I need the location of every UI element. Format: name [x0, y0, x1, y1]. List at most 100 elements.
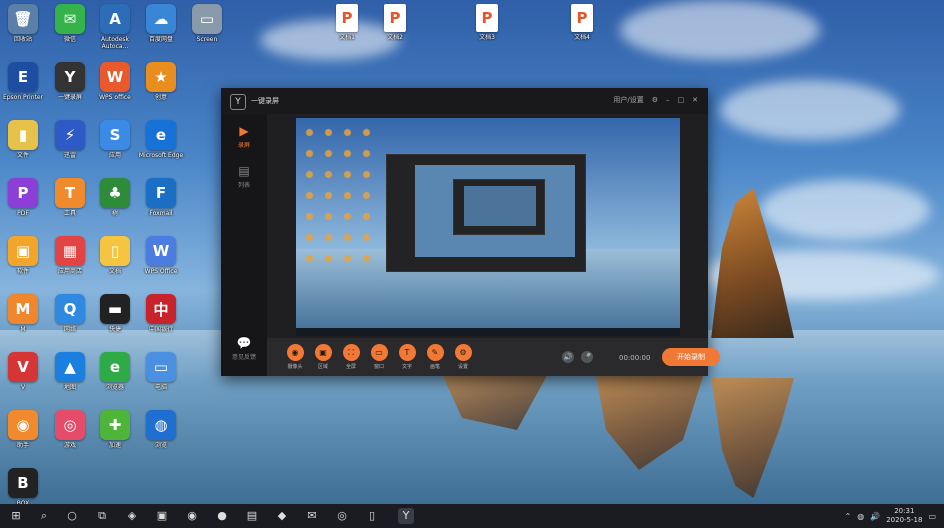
action-center-icon[interactable]: ▭ — [928, 512, 936, 521]
volume-tray-icon[interactable]: 🔊 — [870, 512, 880, 521]
desktop-shortcut[interactable]: ▣ 软件 — [0, 236, 48, 282]
tree-icon: ♣ — [100, 178, 130, 208]
tool-button[interactable]: ⚙ 设置 — [450, 344, 476, 370]
edge-icon[interactable]: ◈ — [124, 508, 140, 524]
search-icon[interactable]: ⌕ — [36, 508, 52, 524]
desktop-shortcut-label: Epson Printer — [2, 94, 44, 101]
tool-label: 文字 — [401, 364, 412, 370]
app-icon[interactable]: ◉ — [184, 508, 200, 524]
desktop-shortcut[interactable]: VV — [0, 352, 48, 398]
cortana-icon[interactable]: ○ — [64, 508, 80, 524]
recorder-icon[interactable]: ● — [214, 508, 230, 524]
tool-button[interactable]: T 文字 — [394, 344, 420, 370]
clock-date: 2020-5-18 — [886, 516, 923, 524]
browser-icon[interactable]: ◆ — [274, 508, 290, 524]
desktop-file[interactable]: P 文档2 — [370, 4, 420, 48]
desktop-shortcut[interactable]: ▦ 应用商店 — [45, 236, 95, 282]
desktop-shortcut[interactable]: ▮ 文件 — [0, 120, 48, 166]
tool-button[interactable]: ▭ 窗口 — [366, 344, 392, 370]
desktop-shortcut[interactable]: 中中国银行 — [136, 294, 186, 340]
system-tray: ⌃ ◍ 🔊 20:31 2020-5-18 ▭ — [845, 507, 936, 525]
microphone-icon[interactable]: 🎤 — [581, 351, 593, 363]
wechat-icon[interactable]: ✉ — [304, 508, 320, 524]
start-icon[interactable]: ⊞ — [8, 508, 24, 524]
chrome-icon[interactable]: ◎ — [334, 508, 350, 524]
desktop-shortcut[interactable]: ◎ 游戏 — [45, 410, 95, 456]
desktop-shortcut[interactable]: ▭ 电脑 — [136, 352, 186, 398]
desktop-shortcut[interactable]: ★ 创意 — [136, 62, 186, 108]
desktop-shortcut[interactable]: E Epson Printer — [0, 62, 48, 108]
desktop-shortcut[interactable]: MM — [0, 294, 48, 340]
desktop-shortcut[interactable]: ◉ 助手 — [0, 410, 48, 456]
desktop-shortcut[interactable]: ▬ 快捷 — [90, 294, 140, 340]
desktop-shortcut[interactable]: ▯ 文档 — [90, 236, 140, 282]
maximize-icon[interactable]: □ — [678, 96, 685, 104]
app-icon: S — [100, 120, 130, 150]
sidebar-item-list[interactable]: ▤ 列表 — [221, 164, 267, 189]
desktop-file[interactable]: P 文档1 — [322, 4, 372, 48]
folder-icon[interactable]: ▯ — [364, 508, 380, 524]
desktop-shortcut[interactable]: S 应用 — [90, 120, 140, 166]
desktop-shortcut[interactable]: ☁ 百度网盘 — [136, 4, 186, 50]
tool-label: 窗口 — [373, 364, 384, 370]
title-bar: Y 一键录屏 用户/设置 ⚙ – □ ✕ — [221, 88, 708, 114]
desktop-shortcut[interactable]: ⚡ 迅雷 — [45, 120, 95, 166]
user-menu[interactable]: 用户/设置 — [613, 95, 643, 105]
desktop-shortcut-label: PDF — [17, 210, 29, 217]
computer-icon: ▭ — [146, 352, 176, 382]
tool-icon: ◉ — [286, 344, 304, 361]
sidebar-item-record[interactable]: ▶ 录屏 — [221, 124, 267, 149]
desktop-shortcut[interactable]: e Microsoft Edge — [136, 120, 186, 166]
desktop-shortcut-label: 助手 — [16, 442, 29, 449]
network-icon[interactable]: ◍ — [857, 512, 864, 521]
desktop-shortcut[interactable]: 🗑 回收站 — [0, 4, 48, 50]
desktop-shortcut[interactable]: ✉ 微信 — [45, 4, 95, 50]
desktop-shortcut[interactable]: ▲ 地图 — [45, 352, 95, 398]
gear-icon[interactable]: ⚙ — [652, 96, 658, 104]
volume-icon[interactable]: 🔊 — [562, 351, 574, 363]
desktop-shortcut[interactable]: Q 网络 — [45, 294, 95, 340]
recorder-app-icon[interactable]: Y — [398, 508, 414, 524]
tool-button[interactable]: ◉ 摄像头 — [282, 344, 308, 370]
sidebar-item-feedback[interactable]: 💬 意见反馈 — [221, 336, 267, 361]
close-icon[interactable]: ✕ — [692, 96, 698, 104]
tool-button[interactable]: ✎ 画笔 — [422, 344, 448, 370]
thunder-icon: ⚡ — [55, 120, 85, 150]
clock[interactable]: 20:31 2020-5-18 — [886, 507, 922, 525]
task-view-icon[interactable]: ⧉ — [94, 508, 110, 524]
ppt-file-icon: P — [476, 4, 498, 32]
desktop-shortcut[interactable]: ▭ Screen — [182, 4, 232, 50]
desktop-file-label: 文档1 — [339, 34, 355, 41]
desktop-shortcut[interactable]: ◍ 浏览 — [136, 410, 186, 456]
desktop-shortcut-label: 树 — [111, 210, 118, 217]
sidebar-item-label: 录屏 — [237, 142, 250, 149]
desktop-shortcut[interactable]: T 工具 — [45, 178, 95, 224]
desktop-shortcut[interactable]: Y 一键录屏 — [45, 62, 95, 108]
desktop-shortcut[interactable]: P PDF — [0, 178, 48, 224]
minimize-icon[interactable]: – — [666, 96, 670, 104]
desktop-shortcut[interactable]: W WPS Office — [136, 236, 186, 282]
desktop-shortcut[interactable]: ✚ 加速 — [90, 410, 140, 456]
desktop-file[interactable]: P 文档4 — [557, 4, 607, 48]
tool-button[interactable]: ▣ 区域 — [310, 344, 336, 370]
desktop-shortcut[interactable]: e 浏览器 — [90, 352, 140, 398]
game-icon: ◎ — [55, 410, 85, 440]
desktop-shortcut[interactable]: ♣ 树 — [90, 178, 140, 224]
nested-preview — [386, 154, 586, 272]
desktop-file[interactable]: P 文档3 — [462, 4, 512, 48]
desktop-shortcut[interactable]: F Foxmail — [136, 178, 186, 224]
desktop-shortcut-label: 浏览 — [154, 442, 167, 449]
start-record-button[interactable]: 开始录制 — [662, 348, 720, 366]
notification-area-icon[interactable]: ⌃ — [845, 512, 852, 521]
store-icon[interactable]: ▣ — [154, 508, 170, 524]
files-icon[interactable]: ▤ — [244, 508, 260, 524]
desktop-shortcut[interactable]: W WPS office — [90, 62, 140, 108]
desktop-shortcut[interactable]: A Autodesk Autoca... — [90, 4, 140, 50]
desktop-shortcut-label: 微信 — [63, 36, 76, 43]
sidebar: ▶ 录屏 ▤ 列表 💬 意见反馈 — [221, 114, 267, 376]
tool-button[interactable]: ⛶ 全屏 — [338, 344, 364, 370]
recorder-window: Y 一键录屏 用户/设置 ⚙ – □ ✕ ▶ 录屏 ▤ 列表 💬 意见反馈 ◉ … — [221, 88, 720, 376]
tool-label: 区域 — [317, 364, 328, 370]
desktop-shortcut-label: Screen — [196, 36, 218, 43]
desktop-shortcut-label: 文档 — [108, 268, 121, 275]
